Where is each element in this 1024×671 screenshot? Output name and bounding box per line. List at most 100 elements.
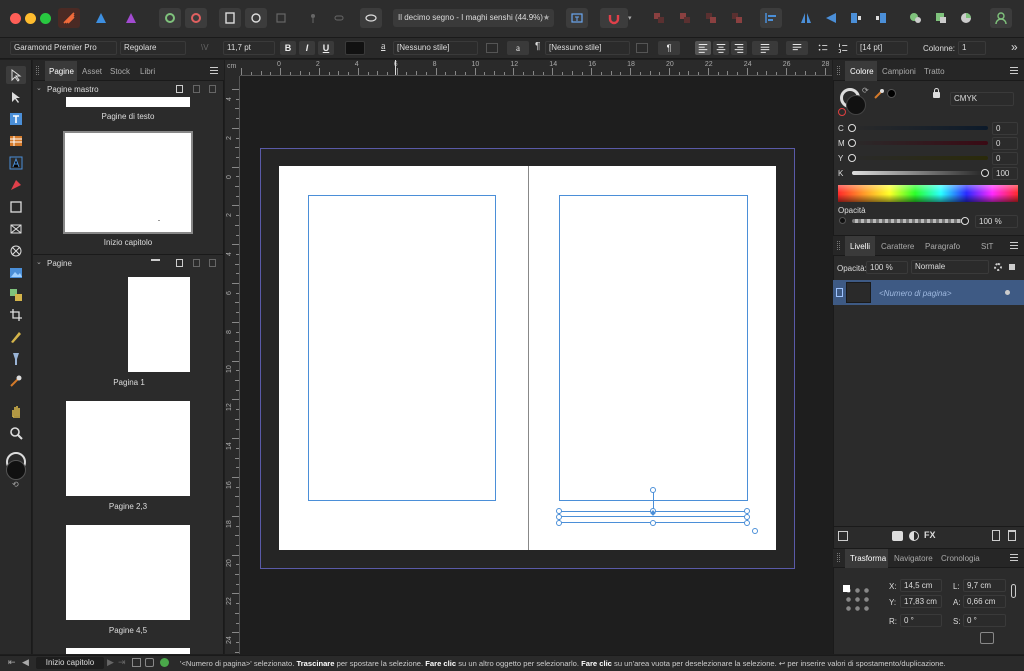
height-value-field[interactable]: 0,66 cm bbox=[963, 595, 1006, 608]
magenta-slider[interactable] bbox=[852, 141, 988, 145]
link-dimensions-icon[interactable] bbox=[1011, 584, 1016, 598]
tab-stock[interactable]: Stock bbox=[110, 67, 130, 76]
table-tool-icon[interactable] bbox=[6, 132, 26, 150]
adjustment-icon[interactable] bbox=[909, 531, 919, 541]
delete-master-icon[interactable] bbox=[209, 85, 216, 93]
resize-handle-bc[interactable] bbox=[650, 520, 656, 526]
character-style-panel-button[interactable]: a bbox=[507, 41, 529, 55]
vector-crop-tool-icon[interactable] bbox=[6, 286, 26, 304]
delete-page-icon[interactable] bbox=[209, 259, 216, 267]
rotate-right-icon[interactable] bbox=[870, 8, 892, 28]
cyan-slider-knob[interactable] bbox=[848, 124, 856, 132]
tab-cronologia[interactable]: Cronologia bbox=[941, 554, 980, 563]
width-value-field[interactable]: 9,7 cm bbox=[963, 579, 1006, 592]
document-title-field[interactable]: Il decimo segno - I maghi senshi (44.9%)… bbox=[393, 9, 554, 27]
pen-tool-icon[interactable] bbox=[6, 176, 26, 194]
underline-button[interactable]: U bbox=[318, 41, 334, 55]
duplicate-master-icon[interactable] bbox=[193, 85, 200, 93]
designer-persona-icon[interactable] bbox=[90, 8, 112, 28]
artistic-text-tool-icon[interactable] bbox=[6, 154, 26, 172]
color-model-select[interactable]: CMYK bbox=[950, 92, 1014, 106]
magenta-value[interactable]: 0 bbox=[992, 137, 1018, 150]
tab-tratto[interactable]: Tratto bbox=[924, 67, 945, 76]
master-page-options-icon[interactable] bbox=[176, 85, 183, 93]
link-icon[interactable] bbox=[328, 8, 350, 28]
layer-opacity-value[interactable]: 100 % bbox=[866, 261, 908, 274]
boolean-intersect-icon[interactable] bbox=[955, 8, 977, 28]
add-page-icon[interactable] bbox=[176, 259, 183, 267]
add-pixel-layer-icon[interactable] bbox=[892, 531, 903, 541]
panel-grip-icon[interactable] bbox=[837, 553, 840, 562]
tab-navigatore[interactable]: Navigatore bbox=[894, 554, 933, 563]
master-pages-header[interactable]: ⌄ Pagine mastro bbox=[33, 82, 224, 96]
eyedropper-icon[interactable] bbox=[873, 88, 885, 100]
zoom-tool-icon[interactable] bbox=[6, 424, 26, 442]
color-opacity-value[interactable]: 100 % bbox=[975, 215, 1018, 228]
columns-field[interactable]: 1 bbox=[958, 41, 986, 55]
picked-color-swatch[interactable] bbox=[887, 89, 896, 98]
bullet-list-button[interactable] bbox=[815, 41, 831, 55]
page-thumb-4-5[interactable] bbox=[66, 525, 190, 620]
color-opacity-slider[interactable] bbox=[852, 219, 966, 223]
black-value[interactable]: 100 bbox=[992, 167, 1018, 180]
last-page-button[interactable]: ⇥ bbox=[118, 657, 126, 668]
more-options-icon[interactable]: » bbox=[1011, 40, 1018, 54]
vertical-align-button[interactable] bbox=[786, 41, 808, 55]
master-page-thumb-text[interactable] bbox=[66, 97, 190, 107]
black-slider-knob[interactable] bbox=[981, 169, 989, 177]
color-opacity-knob[interactable] bbox=[961, 217, 969, 225]
font-size-field[interactable]: 11,7 pt bbox=[223, 41, 275, 55]
minimize-window-button[interactable] bbox=[25, 13, 36, 24]
fill-swatch[interactable] bbox=[6, 460, 26, 480]
tab-asset[interactable]: Asset bbox=[82, 67, 102, 76]
new-layer-icon[interactable] bbox=[992, 530, 1000, 541]
page-thumb-2-3[interactable] bbox=[66, 401, 190, 496]
panel-grip-icon[interactable] bbox=[837, 241, 840, 250]
panel-menu-icon[interactable] bbox=[1010, 242, 1018, 249]
resource-icon[interactable] bbox=[145, 658, 154, 667]
tab-campioni[interactable]: Campioni bbox=[882, 67, 916, 76]
y-value-field[interactable]: 17,83 cm bbox=[900, 595, 942, 608]
clear-character-style-icon[interactable] bbox=[486, 43, 498, 53]
order-back-icon[interactable] bbox=[648, 8, 670, 28]
numbered-list-button[interactable] bbox=[835, 41, 851, 55]
zoom-window-button[interactable] bbox=[40, 13, 51, 24]
layer-name[interactable]: <Numero di pagina> bbox=[879, 289, 952, 298]
cyan-slider[interactable] bbox=[852, 126, 988, 130]
no-color-icon[interactable] bbox=[838, 108, 846, 116]
align-icon[interactable] bbox=[760, 8, 782, 28]
yellow-slider[interactable] bbox=[852, 156, 988, 160]
italic-button[interactable]: I bbox=[299, 41, 315, 55]
flip-horizontal-icon[interactable] bbox=[795, 8, 817, 28]
paragraph-style-panel-button[interactable]: ¶ bbox=[658, 41, 680, 55]
text-frame-icon[interactable] bbox=[566, 8, 588, 28]
snapping-dropdown-icon[interactable]: ▾ bbox=[628, 14, 632, 22]
master-page-thumb-chapter-frame[interactable] bbox=[63, 131, 193, 234]
font-style-select[interactable]: Regolare bbox=[120, 41, 186, 55]
character-style-select[interactable]: [Nessuno stile] bbox=[393, 41, 478, 55]
align-center-button[interactable] bbox=[713, 41, 729, 55]
justify-button[interactable] bbox=[752, 41, 778, 55]
collapse-icon[interactable]: ⌄ bbox=[36, 84, 42, 92]
preview-mode-icon[interactable] bbox=[245, 8, 267, 28]
move-tool-icon[interactable] bbox=[6, 66, 26, 84]
flip-vertical-icon[interactable] bbox=[820, 8, 842, 28]
panel-menu-icon[interactable] bbox=[210, 67, 218, 74]
layer-visibility-icon[interactable] bbox=[1005, 290, 1010, 295]
place-image-tool-icon[interactable] bbox=[6, 264, 26, 282]
resize-handle-br[interactable] bbox=[744, 520, 750, 526]
magnet-icon[interactable] bbox=[600, 8, 628, 28]
panel-grip-icon[interactable] bbox=[837, 66, 840, 75]
yellow-slider-knob[interactable] bbox=[848, 154, 856, 162]
user-account-icon[interactable] bbox=[990, 8, 1012, 28]
cyan-value[interactable]: 0 bbox=[992, 122, 1018, 135]
tab-colore[interactable]: Colore bbox=[850, 67, 874, 76]
order-forward-icon[interactable] bbox=[700, 8, 722, 28]
order-front-icon[interactable] bbox=[726, 8, 748, 28]
ellipse-frame-tool-icon[interactable] bbox=[6, 242, 26, 260]
tab-libri[interactable]: Libri bbox=[140, 67, 155, 76]
view-tool-icon[interactable] bbox=[6, 402, 26, 420]
transform-origin-icon[interactable] bbox=[980, 632, 994, 644]
font-family-select[interactable]: Garamond Premier Pro bbox=[10, 41, 117, 55]
picture-frame-tool-icon[interactable] bbox=[6, 220, 26, 238]
